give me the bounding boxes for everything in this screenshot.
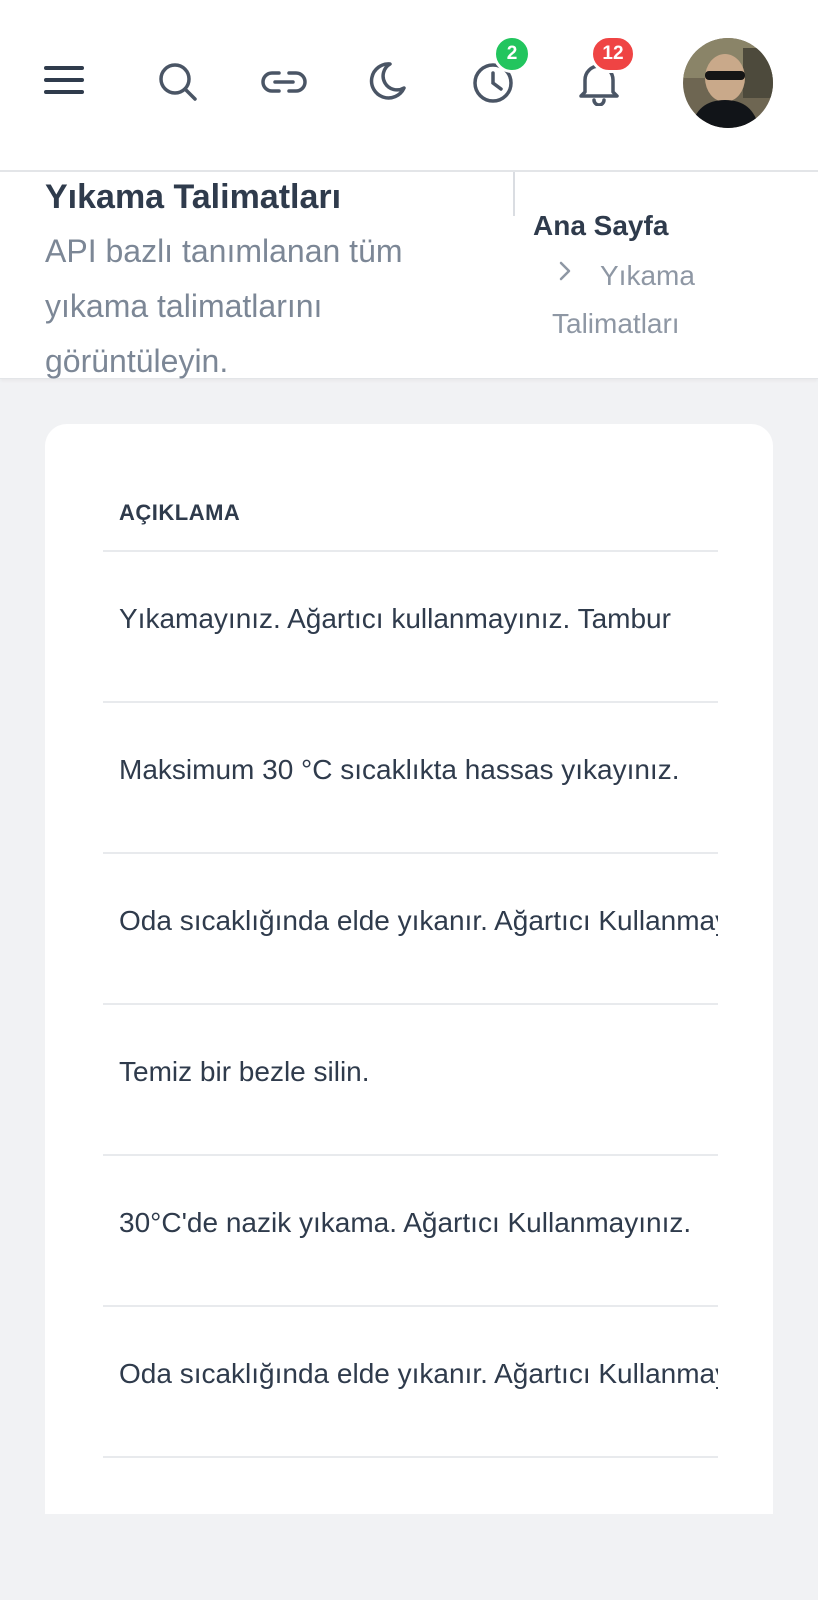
link-icon[interactable] [258,60,310,104]
table-row[interactable]: Oda sıcaklığında elde yıkanır. Ağartıcı … [103,854,718,1005]
table-cell: Oda sıcaklığında elde yıkanır. Ağartıcı … [119,905,718,936]
table-row[interactable]: Yıkamayınız. Ağartıcı kullanmayınız. Tam… [103,552,718,703]
table-cell: Temiz bir bezle silin. [119,1056,370,1087]
table-body: Yıkamayınız. Ağartıcı kullanmayınız. Tam… [103,552,718,1458]
table-cell: Maksimum 30 °C sıcaklıkta hassas yıkayın… [119,754,680,785]
table-cell: 30°C'de nazik yıkama. Ağartıcı Kullanmay… [119,1207,692,1238]
notifications-count-badge: 12 [590,35,636,73]
breadcrumb-home-link[interactable]: Ana Sayfa [533,210,668,242]
table-cell: Oda sıcaklığında elde yıkanır. Ağartıcı … [119,1358,718,1389]
column-header-description[interactable]: AÇIKLAMA [119,500,240,526]
breadcrumb-current: Yıkama Talimatları [552,260,695,339]
table-header: AÇIKLAMA [103,424,718,552]
page-subtitle: API bazlı tanımlanan tüm yıkama talimatl… [45,233,403,379]
table-row[interactable]: Maksimum 30 °C sıcaklıkta hassas yıkayın… [103,703,718,854]
page-header: Yıkama Talimatları API bazlı tanımlanan … [0,172,818,379]
table-row[interactable]: 30°C'de nazik yıkama. Ağartıcı Kullanmay… [103,1156,718,1307]
avatar[interactable] [683,38,773,128]
header-divider [513,172,515,216]
search-icon[interactable] [154,58,202,106]
table-row[interactable]: Oda sıcaklığında elde yıkanır. Ağartıcı … [103,1307,718,1458]
page-title: Yıkama Talimatları [45,178,342,216]
table-cell: Yıkamayınız. Ağartıcı kullanmayınız. Tam… [119,603,671,634]
history-count-badge: 2 [493,35,531,73]
moon-icon[interactable] [364,58,410,104]
instructions-card: AÇIKLAMA Yıkamayınız. Ağartıcı kullanmay… [45,424,773,1514]
hamburger-menu-icon[interactable] [40,58,88,102]
top-navbar: 2 12 [0,0,818,172]
table-row[interactable]: Temiz bir bezle silin. [103,1005,718,1156]
